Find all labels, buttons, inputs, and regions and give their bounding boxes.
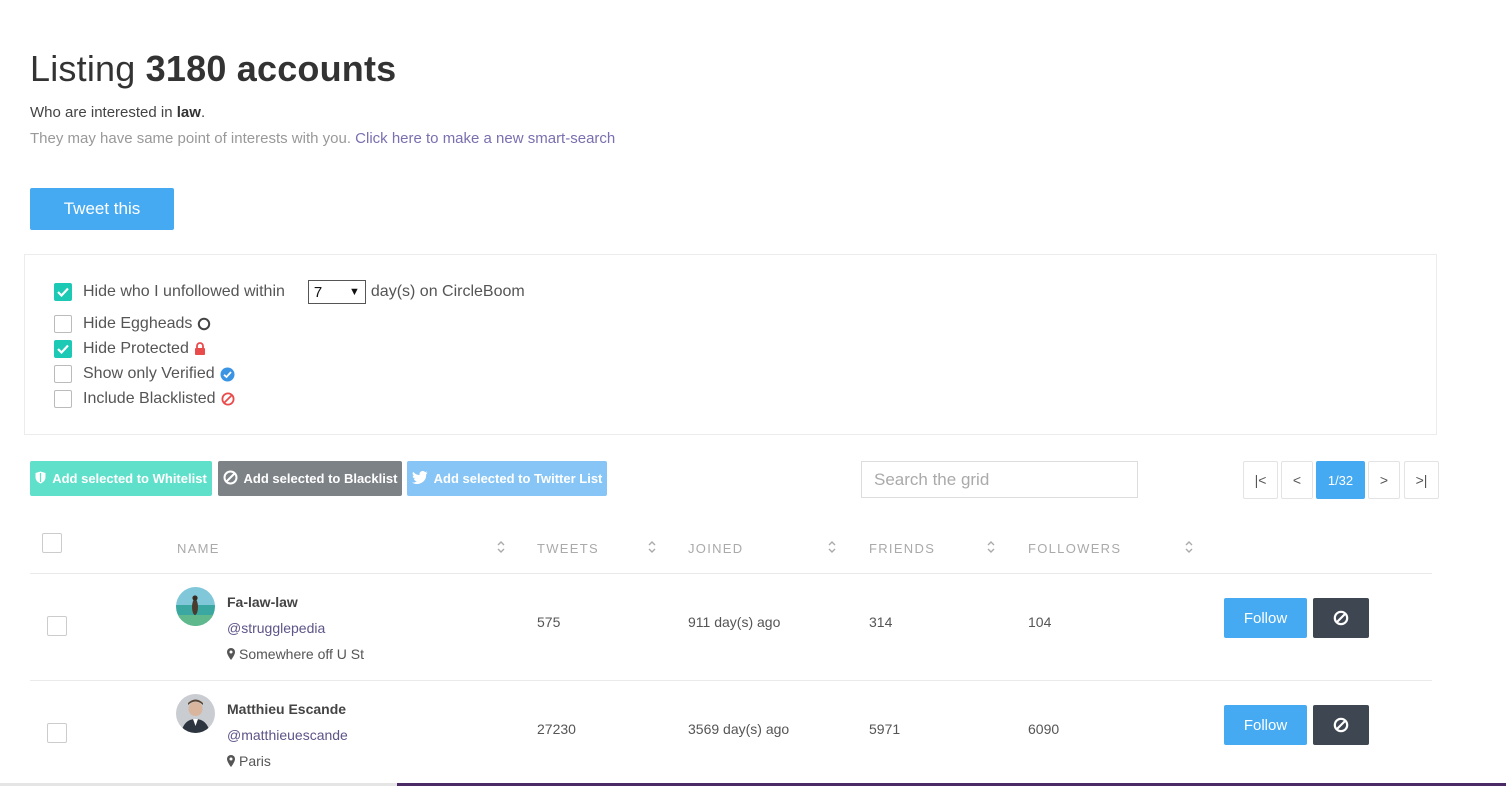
avatar[interactable] [176,587,215,626]
egghead-icon [197,317,211,331]
sort-icon[interactable] [496,539,506,555]
ban-icon [223,470,238,488]
dropdown-arrow-icon: ▼ [349,286,360,298]
row-divider [30,680,1432,681]
eggheads-label: Hide Eggheads [83,315,193,332]
search-placeholder: Search the grid [874,469,990,489]
days-select[interactable]: 7 ▼ [307,280,366,304]
current-page-indicator[interactable]: 1/32 [1316,461,1365,499]
sort-icon[interactable] [986,539,996,555]
days-value: 7 [313,283,323,301]
eggheads-checkbox[interactable] [54,315,72,333]
search-input[interactable]: Search the grid [861,461,1138,498]
joined-value: 911 day(s) ago [688,614,781,630]
column-followers-header[interactable]: FOLLOWERS [1028,541,1121,556]
blacklist-user-button[interactable] [1313,705,1369,745]
user-name[interactable]: Matthieu Escande [227,701,346,717]
interest-prefix: Who are interested in [30,104,173,121]
row-divider [30,573,1432,574]
map-pin-icon [227,648,235,660]
filter-protected: Hide Protected [54,340,206,358]
last-page-button[interactable]: >| [1404,461,1439,499]
location-text: Paris [239,753,271,769]
protected-checkbox[interactable] [54,340,72,358]
twitter-list-label: Add selected to Twitter List [433,471,603,486]
verified-label: Show only Verified [83,365,215,382]
map-pin-icon [227,755,235,767]
filter-blacklisted: Include Blacklisted [54,390,235,408]
add-to-whitelist-button[interactable]: Add selected to Whitelist [30,461,212,496]
add-to-blacklist-button[interactable]: Add selected to Blacklist [218,461,402,496]
select-all-checkbox[interactable] [42,533,62,553]
blacklist-label: Add selected to Blacklist [243,471,398,486]
subline: They may have same point of interests wi… [30,130,615,147]
verified-checkbox[interactable] [54,365,72,383]
followers-count: 104 [1028,614,1052,630]
user-handle[interactable]: @matthieuescande [227,727,348,743]
row-checkbox[interactable] [47,723,67,743]
follow-button[interactable]: Follow [1224,598,1307,638]
filter-panel: Hide who I unfollowed within 7 ▼ day(s) … [24,254,1437,435]
blacklisted-label: Include Blacklisted [83,390,216,407]
unfollowed-label: Hide who I unfollowed within [83,283,285,300]
blacklisted-checkbox[interactable] [54,390,72,408]
friends-count: 314 [869,614,893,630]
verified-badge-icon [220,367,235,382]
smart-search-link[interactable]: Click here to make a new smart-search [355,130,615,147]
interest-line: Who are interested in law. [30,104,205,121]
page-title: Listing 3180 accounts [30,48,396,90]
title-prefix: Listing [30,48,136,89]
sort-icon[interactable] [827,539,837,555]
user-location: Paris [227,753,271,769]
ban-icon [1333,610,1349,626]
tweets-count: 575 [537,614,561,630]
sort-icon[interactable] [1184,539,1194,555]
ban-icon [1333,717,1349,733]
column-friends-header[interactable]: FRIENDS [869,541,935,556]
first-page-button[interactable]: |< [1243,461,1278,499]
next-page-button[interactable]: > [1368,461,1400,499]
user-location: Somewhere off U St [227,646,364,662]
tweets-count: 27230 [537,721,576,737]
column-tweets-header[interactable]: TWEETS [537,541,599,556]
column-joined-header[interactable]: JOINED [688,541,743,556]
protected-label: Hide Protected [83,340,189,357]
friends-count: 5971 [869,721,901,737]
days-suffix: day(s) on CircleBoom [370,283,525,300]
follow-button[interactable]: Follow [1224,705,1307,745]
column-name-header[interactable]: NAME [177,541,220,556]
account-count: 3180 accounts [145,48,397,89]
blacklist-user-button[interactable] [1313,598,1369,638]
joined-value: 3569 day(s) ago [688,721,790,737]
row-checkbox[interactable] [47,616,67,636]
tweet-this-button[interactable]: Tweet this [30,188,174,230]
interest-keyword: law [176,104,201,121]
interest-suffix: . [200,104,206,121]
filter-unfollowed: Hide who I unfollowed within 7 ▼ day(s) … [54,280,525,304]
location-text: Somewhere off U St [239,646,365,662]
add-to-twitter-list-button[interactable]: Add selected to Twitter List [407,461,607,496]
unfollowed-checkbox[interactable] [54,283,72,301]
lock-icon [194,342,206,356]
filter-eggheads: Hide Eggheads [54,315,211,333]
avatar[interactable] [176,694,215,733]
filter-verified: Show only Verified [54,365,235,383]
subline-text: They may have same point of interests wi… [30,130,351,147]
twitter-bird-icon [411,470,428,487]
prev-page-button[interactable]: < [1281,461,1313,499]
user-handle[interactable]: @strugglepedia [227,620,325,636]
followers-count: 6090 [1028,721,1060,737]
user-name[interactable]: Fa-law-law [227,594,298,610]
ban-icon [221,392,235,406]
sort-icon[interactable] [647,539,657,555]
whitelist-label: Add selected to Whitelist [52,471,207,486]
shield-icon [35,471,46,487]
